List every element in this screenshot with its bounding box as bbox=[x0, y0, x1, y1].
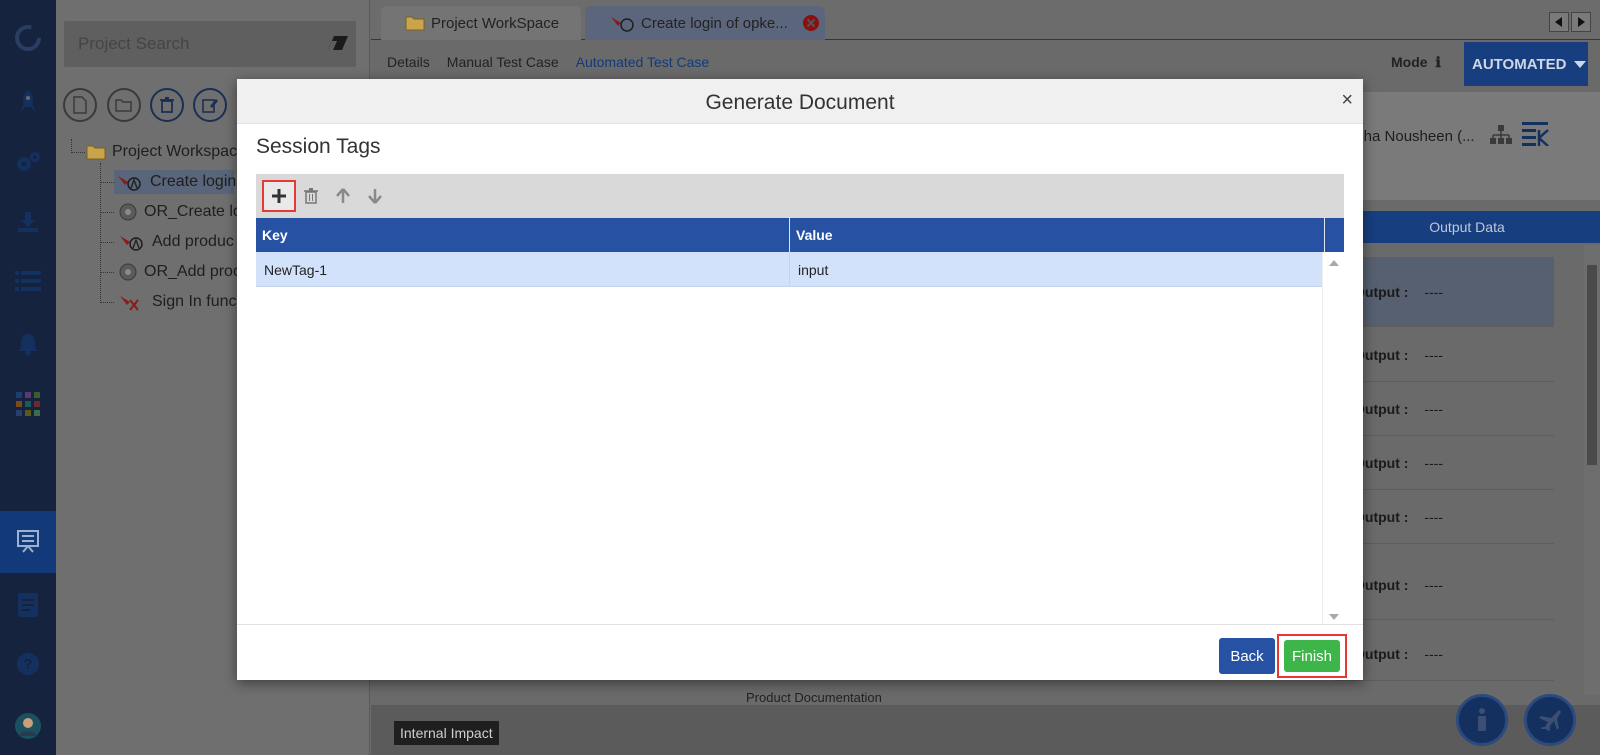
plus-icon bbox=[271, 188, 287, 204]
finish-highlight: Finish bbox=[1277, 634, 1347, 678]
arrow-up-icon bbox=[335, 188, 351, 204]
dialog-title: Generate Document bbox=[705, 91, 895, 114]
finish-button[interactable]: Finish bbox=[1284, 640, 1340, 672]
move-up-button[interactable] bbox=[328, 182, 358, 210]
dialog-header: Generate Document × bbox=[237, 79, 1363, 124]
section-title: Session Tags bbox=[256, 135, 381, 158]
delete-tag-button[interactable] bbox=[296, 182, 326, 210]
close-icon[interactable]: × bbox=[1341, 90, 1353, 110]
value-cell[interactable]: input bbox=[790, 252, 1322, 287]
move-down-button[interactable] bbox=[360, 182, 390, 210]
table-row[interactable]: NewTag-1 input bbox=[256, 252, 1322, 287]
back-button[interactable]: Back bbox=[1219, 638, 1275, 674]
table-scrollbar[interactable] bbox=[1322, 252, 1344, 624]
session-tags-toolbar bbox=[256, 174, 1344, 218]
session-tags-table: Key Value NewTag-1 input bbox=[256, 218, 1344, 624]
arrow-down-icon bbox=[367, 188, 383, 204]
column-header-key[interactable]: Key bbox=[256, 218, 790, 252]
scroll-down-icon[interactable] bbox=[1329, 614, 1339, 620]
dialog-footer: Back Finish bbox=[237, 624, 1363, 680]
column-header-value[interactable]: Value bbox=[790, 218, 1325, 252]
trash-icon bbox=[304, 188, 318, 204]
add-tag-button[interactable] bbox=[262, 180, 296, 212]
generate-document-dialog: Generate Document × Session Tags Key Val… bbox=[237, 79, 1363, 680]
table-header: Key Value bbox=[256, 218, 1344, 252]
scroll-up-icon[interactable] bbox=[1329, 260, 1339, 266]
key-cell[interactable]: NewTag-1 bbox=[256, 252, 790, 287]
